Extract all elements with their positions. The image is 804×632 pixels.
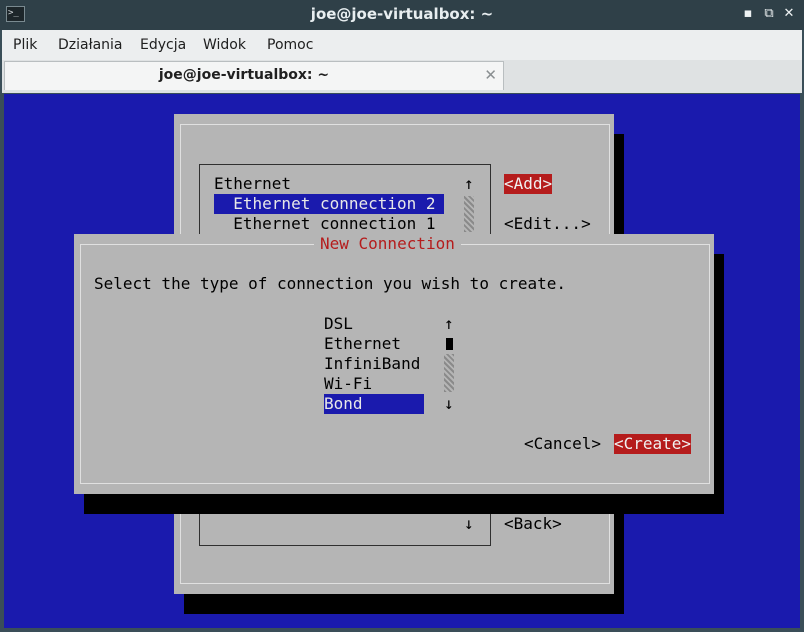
add-button[interactable]: <Add> <box>504 174 553 194</box>
option-dsl[interactable]: DSL <box>324 314 353 334</box>
edit-button[interactable]: <Edit...> <box>504 214 591 234</box>
menu-plik[interactable]: Plik <box>13 37 37 53</box>
list-item-ethernet-connection-2[interactable]: Ethernet connection 2 <box>214 194 444 214</box>
minimize-icon[interactable]: ▪ <box>741 6 755 22</box>
option-wifi[interactable]: Wi-Fi <box>324 374 372 394</box>
tab-label: joe@joe-virtualbox: ~ <box>158 67 330 83</box>
option-ethernet[interactable]: Ethernet <box>324 334 401 354</box>
tab-close-icon[interactable]: ✕ <box>484 66 497 84</box>
menu-widok[interactable]: Widok <box>203 37 246 53</box>
terminal-area[interactable]: Ethernet Ethernet connection 2 Ethernet … <box>4 94 800 628</box>
back-button[interactable]: <Back> <box>504 514 562 534</box>
create-button[interactable]: <Create> <box>614 434 692 454</box>
menu-bar: Plik Działania Edycja Widok Pomoc <box>2 30 802 60</box>
list-item-ethernet-connection-1[interactable]: Ethernet connection 1 <box>214 214 435 234</box>
menu-pomoc[interactable]: Pomoc <box>267 37 313 53</box>
terminal-window: >_ joe@joe-virtualbox: ~ ▪ ⧉ ✕ Plik Dzia… <box>0 0 804 632</box>
list-item-ethernet[interactable]: Ethernet <box>214 174 291 194</box>
list-scrollbar[interactable] <box>464 196 474 232</box>
tab-bar: joe@joe-virtualbox: ~ ✕ <box>2 60 802 93</box>
menu-edycja[interactable]: Edycja <box>140 37 186 53</box>
dialog-prompt: Select the type of connection you wish t… <box>94 274 567 293</box>
options-scroll-thumb[interactable] <box>446 338 453 350</box>
option-bond[interactable]: Bond <box>324 394 424 414</box>
window-title: joe@joe-virtualbox: ~ <box>310 5 494 23</box>
dialog-title: New Connection <box>314 234 461 254</box>
options-scrollbar[interactable] <box>444 354 454 392</box>
options-scroll-up-icon[interactable]: ↑ <box>444 314 454 334</box>
list-scroll-up-icon[interactable]: ↑ <box>464 174 474 194</box>
options-scroll-down-icon[interactable]: ↓ <box>444 394 454 414</box>
tab-terminal[interactable]: joe@joe-virtualbox: ~ ✕ <box>4 61 504 90</box>
list-scroll-down-icon[interactable]: ↓ <box>464 514 474 534</box>
close-icon[interactable]: ✕ <box>782 6 796 22</box>
title-bar[interactable]: >_ joe@joe-virtualbox: ~ ▪ ⧉ ✕ <box>0 0 804 30</box>
option-infiniband[interactable]: InfiniBand <box>324 354 420 374</box>
restore-icon[interactable]: ⧉ <box>762 6 776 22</box>
cancel-button[interactable]: <Cancel> <box>524 434 601 454</box>
menu-dzialania[interactable]: Działania <box>58 37 123 53</box>
